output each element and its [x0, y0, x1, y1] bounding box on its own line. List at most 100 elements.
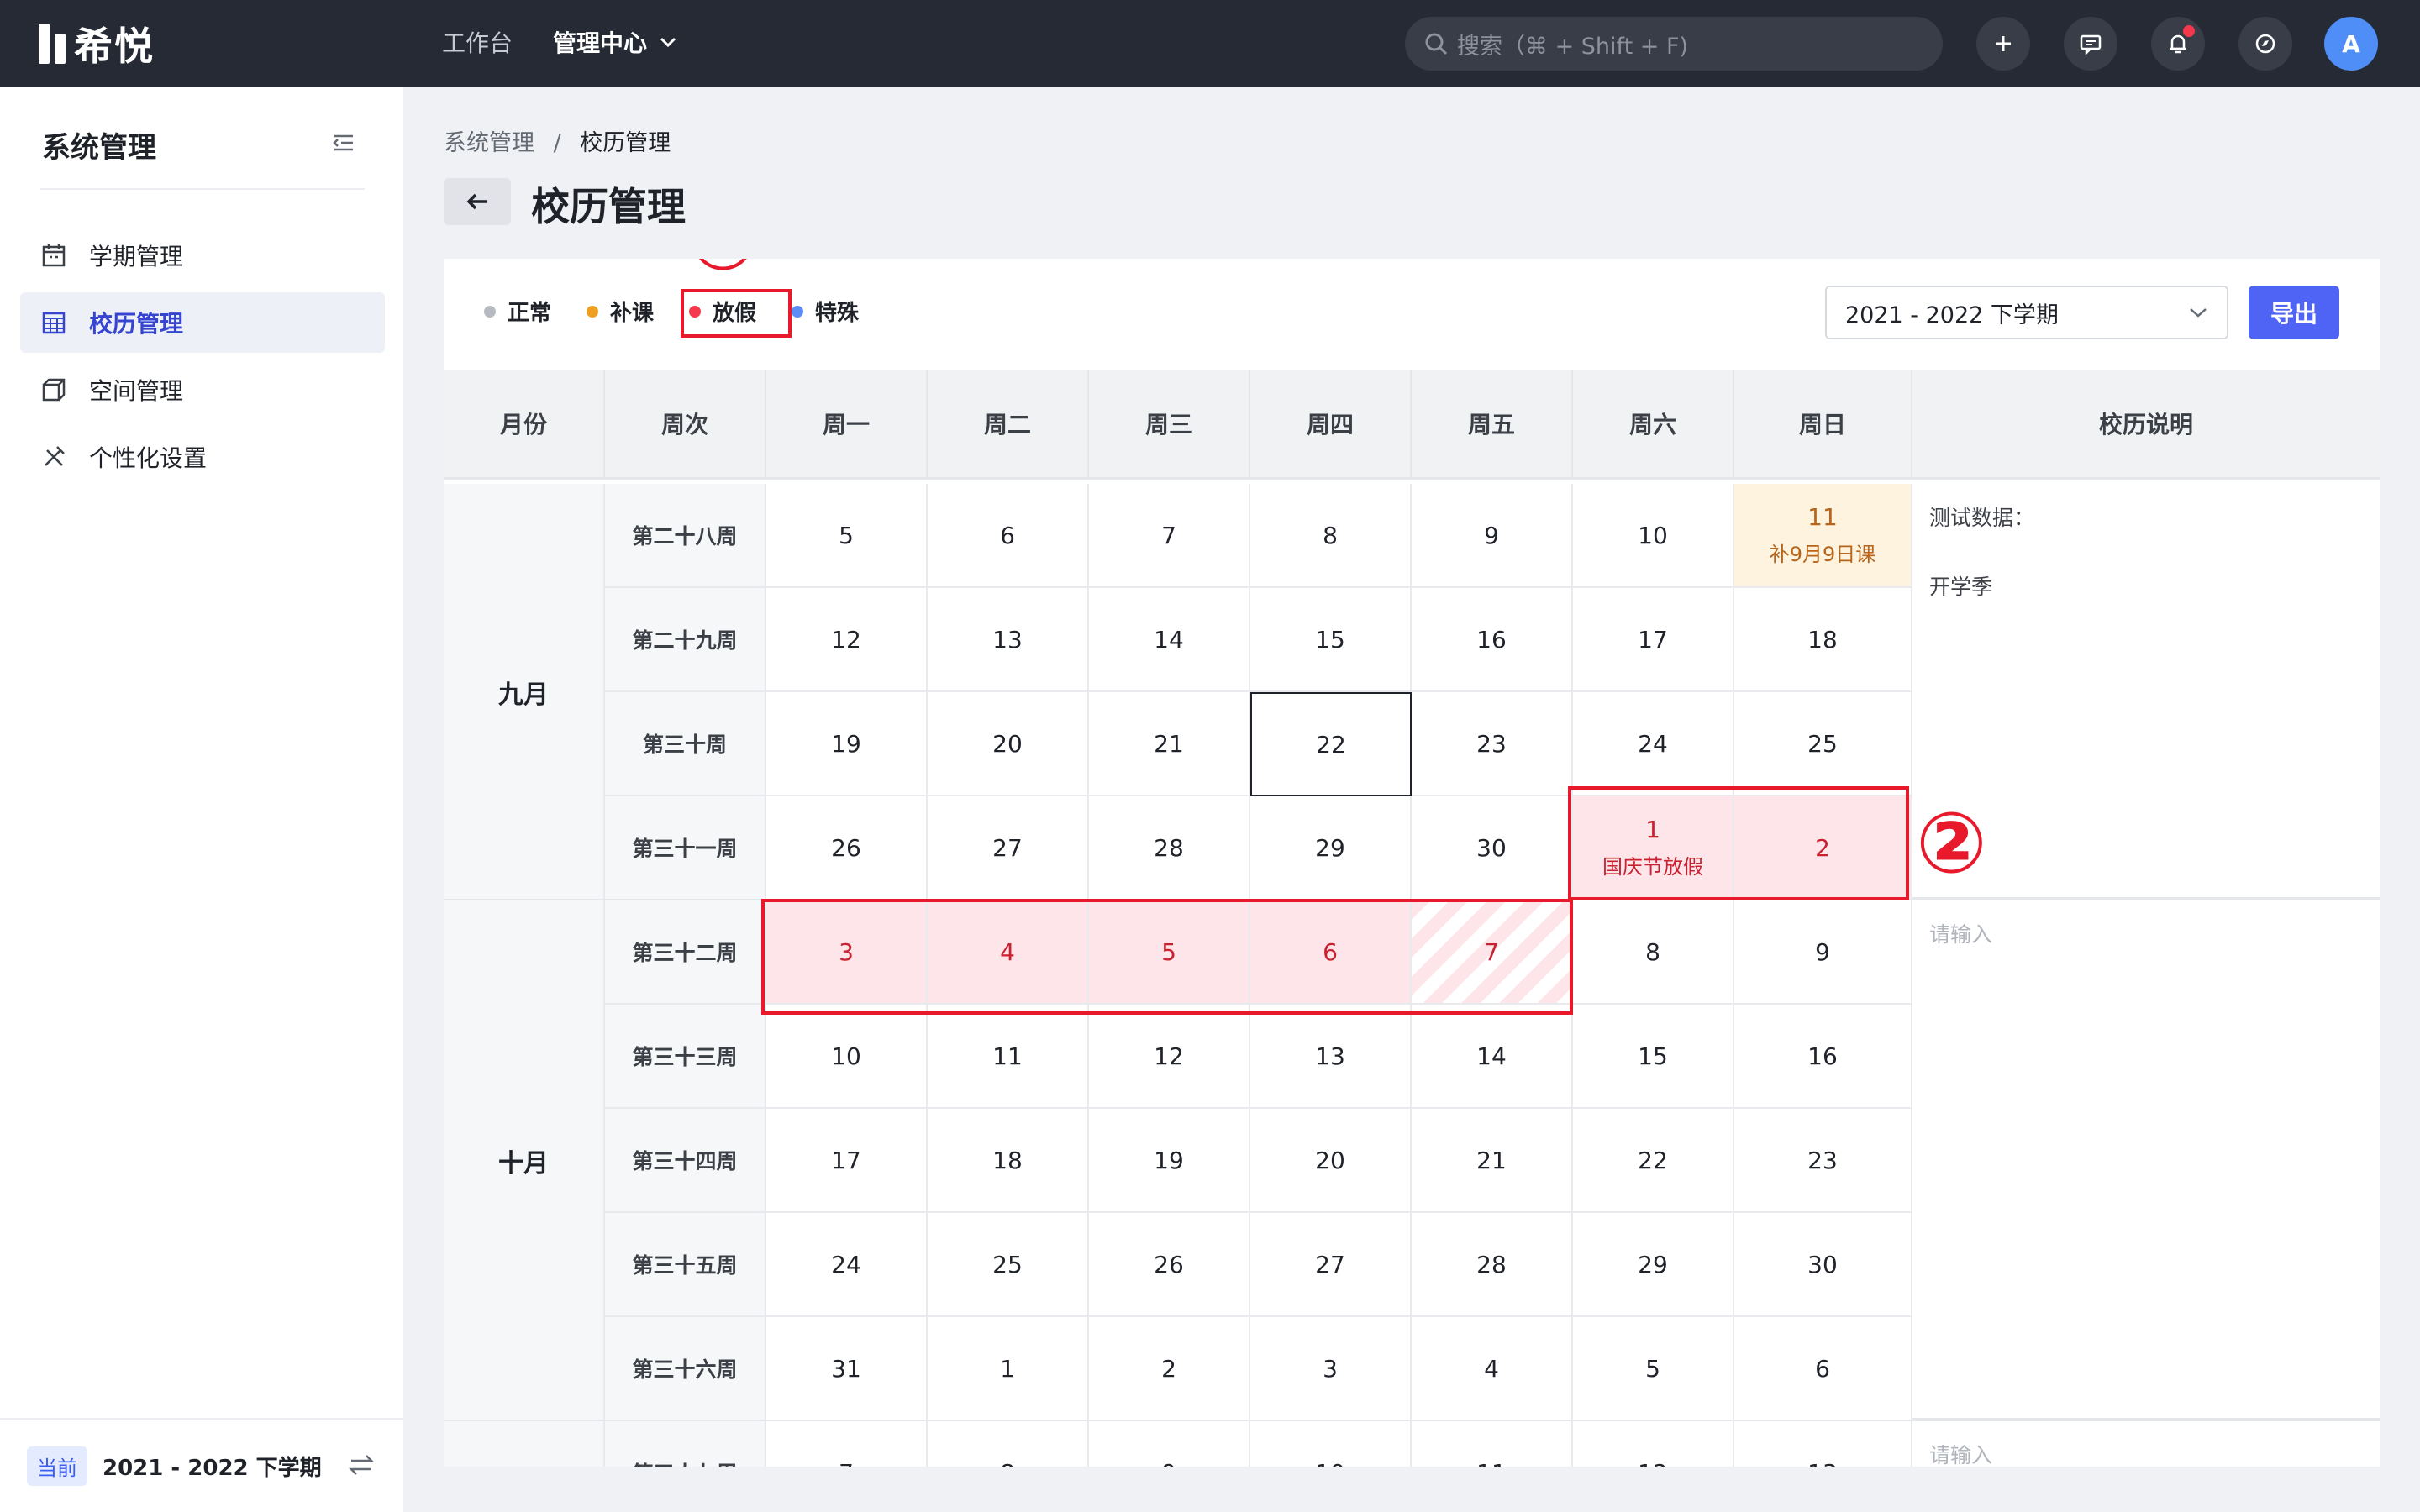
day-cell[interactable]: 12: [1573, 1421, 1734, 1467]
switch-term-icon[interactable]: [348, 1453, 375, 1477]
day-cell[interactable]: 7: [1412, 900, 1573, 1005]
day-cell[interactable]: 9: [1412, 484, 1573, 588]
day-cell[interactable]: 11: [1412, 1421, 1573, 1467]
day-cell[interactable]: 8: [928, 1421, 1089, 1467]
day-cell[interactable]: 11: [928, 1005, 1089, 1109]
back-button[interactable]: [444, 178, 511, 225]
day-cell[interactable]: 20: [928, 692, 1089, 796]
day-cell[interactable]: 23: [1412, 692, 1573, 796]
calendar-note-field[interactable]: 请输入: [1912, 900, 2380, 1421]
day-cell[interactable]: 26: [766, 796, 928, 900]
day-cell[interactable]: 10: [1573, 484, 1734, 588]
day-cell[interactable]: 28: [1089, 796, 1250, 900]
collapse-sidebar-icon[interactable]: [329, 131, 356, 155]
day-cell[interactable]: 13: [928, 588, 1089, 692]
day-cell[interactable]: 5: [766, 484, 928, 588]
legend-makeup[interactable]: 补课: [587, 296, 654, 327]
page-title: 校历管理: [531, 184, 686, 229]
sidebar-item-space-management[interactable]: 空间管理: [20, 360, 385, 420]
day-cell[interactable]: 10: [766, 1005, 928, 1109]
day-cell[interactable]: 21: [1412, 1109, 1573, 1213]
day-cell[interactable]: 20: [1250, 1109, 1412, 1213]
day-cell[interactable]: 11 补9月9日课: [1734, 484, 1912, 588]
day-cell[interactable]: 30: [1734, 1213, 1912, 1317]
day-cell[interactable]: 13: [1250, 1005, 1412, 1109]
day-cell[interactable]: 2: [1734, 796, 1912, 900]
day-cell[interactable]: 4: [1412, 1317, 1573, 1421]
day-cell[interactable]: 18: [928, 1109, 1089, 1213]
day-cell[interactable]: 6: [928, 484, 1089, 588]
day-cell[interactable]: 5: [1573, 1317, 1734, 1421]
breadcrumb-parent[interactable]: 系统管理: [444, 130, 534, 156]
calendar-panel: 正常 补课 放假 特殊 2021 - 2022 下学期 导出 月份 周次 周一 …: [444, 259, 2380, 1467]
day-cell[interactable]: 7: [1089, 484, 1250, 588]
day-cell[interactable]: 7: [766, 1421, 928, 1467]
sidebar-item-personalization[interactable]: 个性化设置: [20, 427, 385, 487]
nav-admin-center[interactable]: 管理中心: [553, 25, 677, 59]
legend-normal[interactable]: 正常: [484, 296, 551, 327]
day-cell[interactable]: 5: [1089, 900, 1250, 1005]
day-cell[interactable]: 1 国庆节放假: [1573, 796, 1734, 900]
day-cell[interactable]: 12: [766, 588, 928, 692]
day-cell[interactable]: 8: [1573, 900, 1734, 1005]
day-cell[interactable]: 6: [1734, 1317, 1912, 1421]
day-cell[interactable]: 31: [766, 1317, 928, 1421]
help-button[interactable]: [2238, 17, 2292, 71]
day-cell[interactable]: 12: [1089, 1005, 1250, 1109]
day-cell[interactable]: 30: [1412, 796, 1573, 900]
day-cell[interactable]: 22: [1573, 1109, 1734, 1213]
day-cell[interactable]: 3: [1250, 1317, 1412, 1421]
sidebar-item-calendar-management[interactable]: 校历管理: [20, 292, 385, 353]
day-cell[interactable]: 6: [1250, 900, 1412, 1005]
export-button[interactable]: 导出: [2249, 286, 2339, 339]
day-cell[interactable]: 24: [1573, 692, 1734, 796]
week-label: 第三十周: [605, 692, 766, 796]
day-cell[interactable]: 3: [766, 900, 928, 1005]
user-avatar[interactable]: A: [2324, 17, 2378, 71]
legend-holiday[interactable]: 放假: [689, 296, 756, 327]
nav-workspace[interactable]: 工作台: [442, 25, 513, 59]
day-cell[interactable]: 14: [1089, 588, 1250, 692]
day-cell[interactable]: 22: [1250, 692, 1412, 796]
day-cell[interactable]: 9: [1734, 900, 1912, 1005]
day-cell[interactable]: 1: [928, 1317, 1089, 1421]
sidebar-item-term-management[interactable]: 学期管理: [20, 225, 385, 286]
day-cell[interactable]: 17: [766, 1109, 928, 1213]
day-cell[interactable]: 15: [1250, 588, 1412, 692]
day-cell[interactable]: 24: [766, 1213, 928, 1317]
day-cell[interactable]: 21: [1089, 692, 1250, 796]
day-cell[interactable]: 29: [1250, 796, 1412, 900]
day-cell[interactable]: 26: [1089, 1213, 1250, 1317]
legend-special[interactable]: 特殊: [792, 296, 859, 327]
day-number: 28: [1476, 1250, 1507, 1278]
app-logo[interactable]: 希悦: [39, 20, 155, 69]
day-cell[interactable]: 29: [1573, 1213, 1734, 1317]
day-cell[interactable]: 16: [1734, 1005, 1912, 1109]
day-cell[interactable]: 9: [1089, 1421, 1250, 1467]
day-cell[interactable]: 25: [928, 1213, 1089, 1317]
day-cell[interactable]: 15: [1573, 1005, 1734, 1109]
day-cell[interactable]: 16: [1412, 588, 1573, 692]
day-cell[interactable]: 23: [1734, 1109, 1912, 1213]
day-cell[interactable]: 17: [1573, 588, 1734, 692]
day-cell[interactable]: 19: [766, 692, 928, 796]
day-cell[interactable]: 13: [1734, 1421, 1912, 1467]
message-button[interactable]: [2064, 17, 2118, 71]
day-cell[interactable]: 4: [928, 900, 1089, 1005]
day-cell[interactable]: 25: [1734, 692, 1912, 796]
day-cell[interactable]: 14: [1412, 1005, 1573, 1109]
day-cell[interactable]: 18: [1734, 588, 1912, 692]
add-button[interactable]: [1976, 17, 2030, 71]
search-input[interactable]: 搜索（⌘ + Shift + F): [1405, 17, 1943, 71]
day-cell[interactable]: 10: [1250, 1421, 1412, 1467]
day-cell[interactable]: 28: [1412, 1213, 1573, 1317]
notification-button[interactable]: [2151, 17, 2205, 71]
day-cell[interactable]: 19: [1089, 1109, 1250, 1213]
day-cell[interactable]: 2: [1089, 1317, 1250, 1421]
day-cell[interactable]: 8: [1250, 484, 1412, 588]
calendar-note-field[interactable]: 请输入: [1912, 1421, 2380, 1467]
term-select[interactable]: 2021 - 2022 下学期: [1825, 286, 2228, 339]
day-number: 3: [839, 937, 854, 966]
day-cell[interactable]: 27: [928, 796, 1089, 900]
day-cell[interactable]: 27: [1250, 1213, 1412, 1317]
